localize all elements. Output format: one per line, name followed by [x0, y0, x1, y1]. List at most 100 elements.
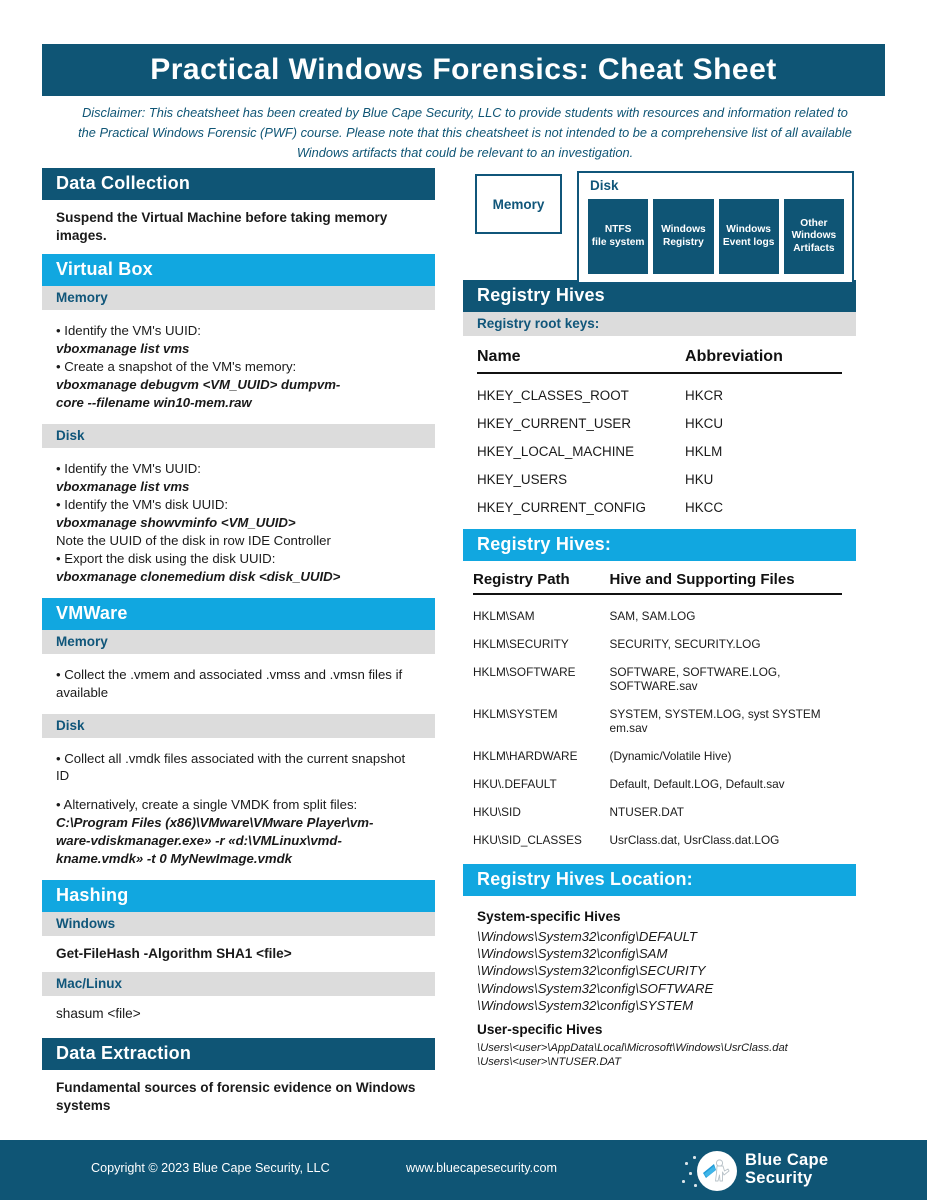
table-cell: HKLM\SYSTEM: [473, 707, 558, 721]
section-header-vmware: VMWare: [42, 597, 435, 630]
page-title: Practical Windows Forensics: Cheat Sheet: [150, 53, 777, 86]
table-row: HKLM\SYSTEM SYSTEM, SYSTEM.LOG, syst SYST…: [473, 700, 842, 742]
column-header-name: Name: [477, 340, 686, 374]
subsection-vmware-memory: Memory: [42, 629, 435, 654]
table-cell: NTUSER.DAT: [609, 805, 685, 819]
column-header-hive-files: Hive and Supporting Files: [609, 563, 842, 595]
hive-path: \Windows\System32\config\SOFTWARE: [477, 980, 714, 996]
table-cell: HKU\SID_CLASSES: [473, 833, 582, 847]
registry-hive-files-table: Registry Path Hive and Supporting Files …: [473, 563, 842, 854]
brand-logo: Blue Cape Security: [679, 1148, 859, 1194]
table-row: HKLM\SECURITY SECURITY, SECURITY.LOG: [473, 630, 842, 658]
command-line: vboxmanage clonemedium disk <disk_UUID>: [56, 568, 341, 584]
subsection-virtualbox-disk: Disk: [42, 423, 435, 448]
user-hives-title: User-specific Hives: [477, 1021, 603, 1037]
table-cell: HKU\.DEFAULT: [473, 777, 557, 791]
table-row: HKU\SID NTUSER.DAT: [473, 798, 842, 826]
command-line: C:\Program Files (x86)\VMware\VMware Pla…: [56, 815, 374, 831]
registry-root-keys-table-wrap: Name Abbreviation HKEY_CLASSES_ROOT HKCR H…: [463, 336, 856, 523]
table-cell: SOFTWARE, SOFTWARE.LOG, SOFTWARE.sav: [609, 665, 781, 693]
registry-root-keys-table: Name Abbreviation HKEY_CLASSES_ROOT HKCR H…: [477, 340, 842, 521]
registry-hives-location-block: System-specific Hives \Windows\System32\…: [463, 896, 856, 1075]
section-header-hashing: Hashing: [42, 880, 435, 913]
table-row: HKLM\SOFTWARE SOFTWARE, SOFTWARE.LOG, SOF…: [473, 658, 842, 700]
section-header-data-extraction: Data Extraction: [42, 1038, 435, 1071]
subsection-hashing-mac-linux: Mac/Linux: [42, 972, 435, 997]
bullet-line: • Export the disk using the disk UUID:: [56, 550, 276, 566]
system-hives-title: System-specific Hives: [477, 908, 621, 924]
table-row: HKEY_CLASSES_ROOT HKCR: [477, 373, 842, 409]
table-row: HKU\.DEFAULT Default, Default.LOG, Defaul…: [473, 770, 842, 798]
command-line: vboxmanage list vms: [56, 341, 190, 357]
footer-website[interactable]: www.bluecapesecurity.com: [406, 1161, 557, 1175]
table-cell: HKU\SID: [473, 805, 521, 819]
subsection-vmware-disk: Disk: [42, 713, 435, 738]
user-hives-paths: \Users\<user>\AppData\Local\Microsoft\Wi…: [477, 1041, 842, 1071]
table-cell: SAM, SAM.LOG: [609, 609, 696, 623]
hive-path: \Users\<user>\NTUSER.DAT: [477, 1056, 622, 1069]
evidence-sources-diagram: Memory Disk NTFS file system Windows Regist…: [463, 168, 856, 284]
data-extraction-body: Fundamental sources of forensic evidence…: [56, 1080, 416, 1114]
command-line: vboxmanage list vms: [56, 478, 190, 494]
data-collection-body: Suspend the Virtual Machine before takin…: [56, 210, 388, 244]
table-cell: HKEY_CLASSES_ROOT: [477, 388, 629, 403]
command-line: core --filename win10-mem.raw: [56, 394, 252, 410]
command-line: vboxmanage showvminfo <VM_UUID>: [56, 514, 296, 530]
bullet-line: • Alternatively, create a single VMDK fr…: [56, 797, 358, 813]
footer-copyright: Copyright © 2023 Blue Cape Security, LLC: [91, 1161, 330, 1175]
table-cell: HKLM\SECURITY: [473, 637, 569, 651]
diagram-memory-box: Memory: [475, 174, 562, 234]
hive-path: \Windows\System32\config\SECURITY: [477, 963, 706, 979]
command-line: ware-vdiskmanager.exe» -r «d:\VMLinux\vm…: [56, 833, 342, 849]
hashing-windows-command: Get-FileHash -Algorithm SHA1 <file>: [56, 946, 292, 962]
cheat-sheet-page: Practical Windows Forensics: Cheat Sheet…: [0, 0, 927, 1200]
table-cell: Default, Default.LOG, Default.sav: [609, 777, 785, 791]
bullet-line: • Identify the VM's UUID:: [56, 460, 201, 476]
virtualbox-memory-commands: • Identify the VM's UUID: vboxmanage list…: [42, 310, 435, 424]
section-header-data-collection: Data Collection: [42, 168, 435, 200]
hashing-mac-linux-command: shasum <file>: [56, 1006, 141, 1022]
logo-wordmark: Blue Cape Security: [745, 1151, 829, 1188]
diagram-disk-box: Disk NTFS file system Windows Registry Windo…: [577, 171, 854, 284]
table-cell: HKCU: [685, 416, 723, 431]
table-cell: HKEY_CURRENT_CONFIG: [477, 500, 646, 515]
diagram-disk-label: Disk: [590, 178, 619, 193]
column-header-registry-path: Registry Path: [473, 563, 610, 595]
right-column: Memory Disk NTFS file system Windows Regist…: [463, 168, 856, 1074]
diagram-disk-cell: Other Windows Artifacts: [783, 199, 844, 274]
vmware-memory-commands: • Collect the .vmem and associated .vmss…: [42, 654, 435, 714]
table-cell: SYSTEM, SYSTEM.LOG, syst SYSTEM em.sav: [609, 707, 821, 735]
command-line: kname.vmdk» -t 0 MyNewImage.vmdk: [56, 851, 293, 867]
diagram-disk-cells: NTFS file system Windows Registry Windows Eve…: [588, 199, 844, 274]
table-row: HKU\SID_CLASSES UsrClass.dat, UsrClass.da…: [473, 826, 842, 854]
logo-hero-icon: [697, 1151, 737, 1191]
diagram-disk-cell: Windows Registry: [653, 199, 714, 274]
vmware-disk-commands: • Collect all .vmdk files associated wit…: [42, 738, 435, 881]
subsection-registry-root-keys: Registry root keys:: [463, 312, 856, 336]
bullet-line: • Identify the VM's disk UUID:: [56, 496, 229, 512]
table-cell: HKCC: [685, 500, 723, 515]
table-cell: HKEY_LOCAL_MACHINE: [477, 444, 635, 459]
section-header-registry-hives-files: Registry Hives:: [463, 529, 856, 561]
page-title-bar: Practical Windows Forensics: Cheat Sheet: [42, 44, 885, 96]
table-cell: (Dynamic/Volatile Hive): [609, 749, 732, 763]
table-cell: UsrClass.dat, UsrClass.dat.LOG: [609, 833, 780, 847]
diagram-disk-cell: NTFS file system: [588, 199, 649, 274]
table-cell: HKLM\HARDWARE: [473, 749, 578, 763]
column-header-abbreviation: Abbreviation: [685, 340, 842, 374]
system-hives-paths: \Windows\System32\config\DEFAULT \Windows…: [477, 928, 842, 1015]
logo-line-1: Blue Cape: [745, 1151, 829, 1169]
section-header-virtual-box: Virtual Box: [42, 254, 435, 287]
table-cell: HKEY_CURRENT_USER: [477, 416, 632, 431]
table-cell: SECURITY, SECURITY.LOG: [609, 637, 761, 651]
hive-path: \Users\<user>\AppData\Local\Microsoft\Wi…: [477, 1041, 788, 1054]
hive-path: \Windows\System32\config\SAM: [477, 945, 668, 961]
table-row: HKLM\HARDWARE (Dynamic/Volatile Hive): [473, 742, 842, 770]
table-row: HKEY_USERS HKU: [477, 465, 842, 493]
bullet-line: • Create a snapshot of the VM's memory:: [56, 359, 297, 375]
table-cell: HKU: [685, 472, 714, 487]
hive-path: \Windows\System32\config\DEFAULT: [477, 928, 697, 944]
bullet-line: • Collect the .vmem and associated .vmss…: [56, 666, 403, 700]
table-cell: HKLM\SOFTWARE: [473, 665, 576, 679]
